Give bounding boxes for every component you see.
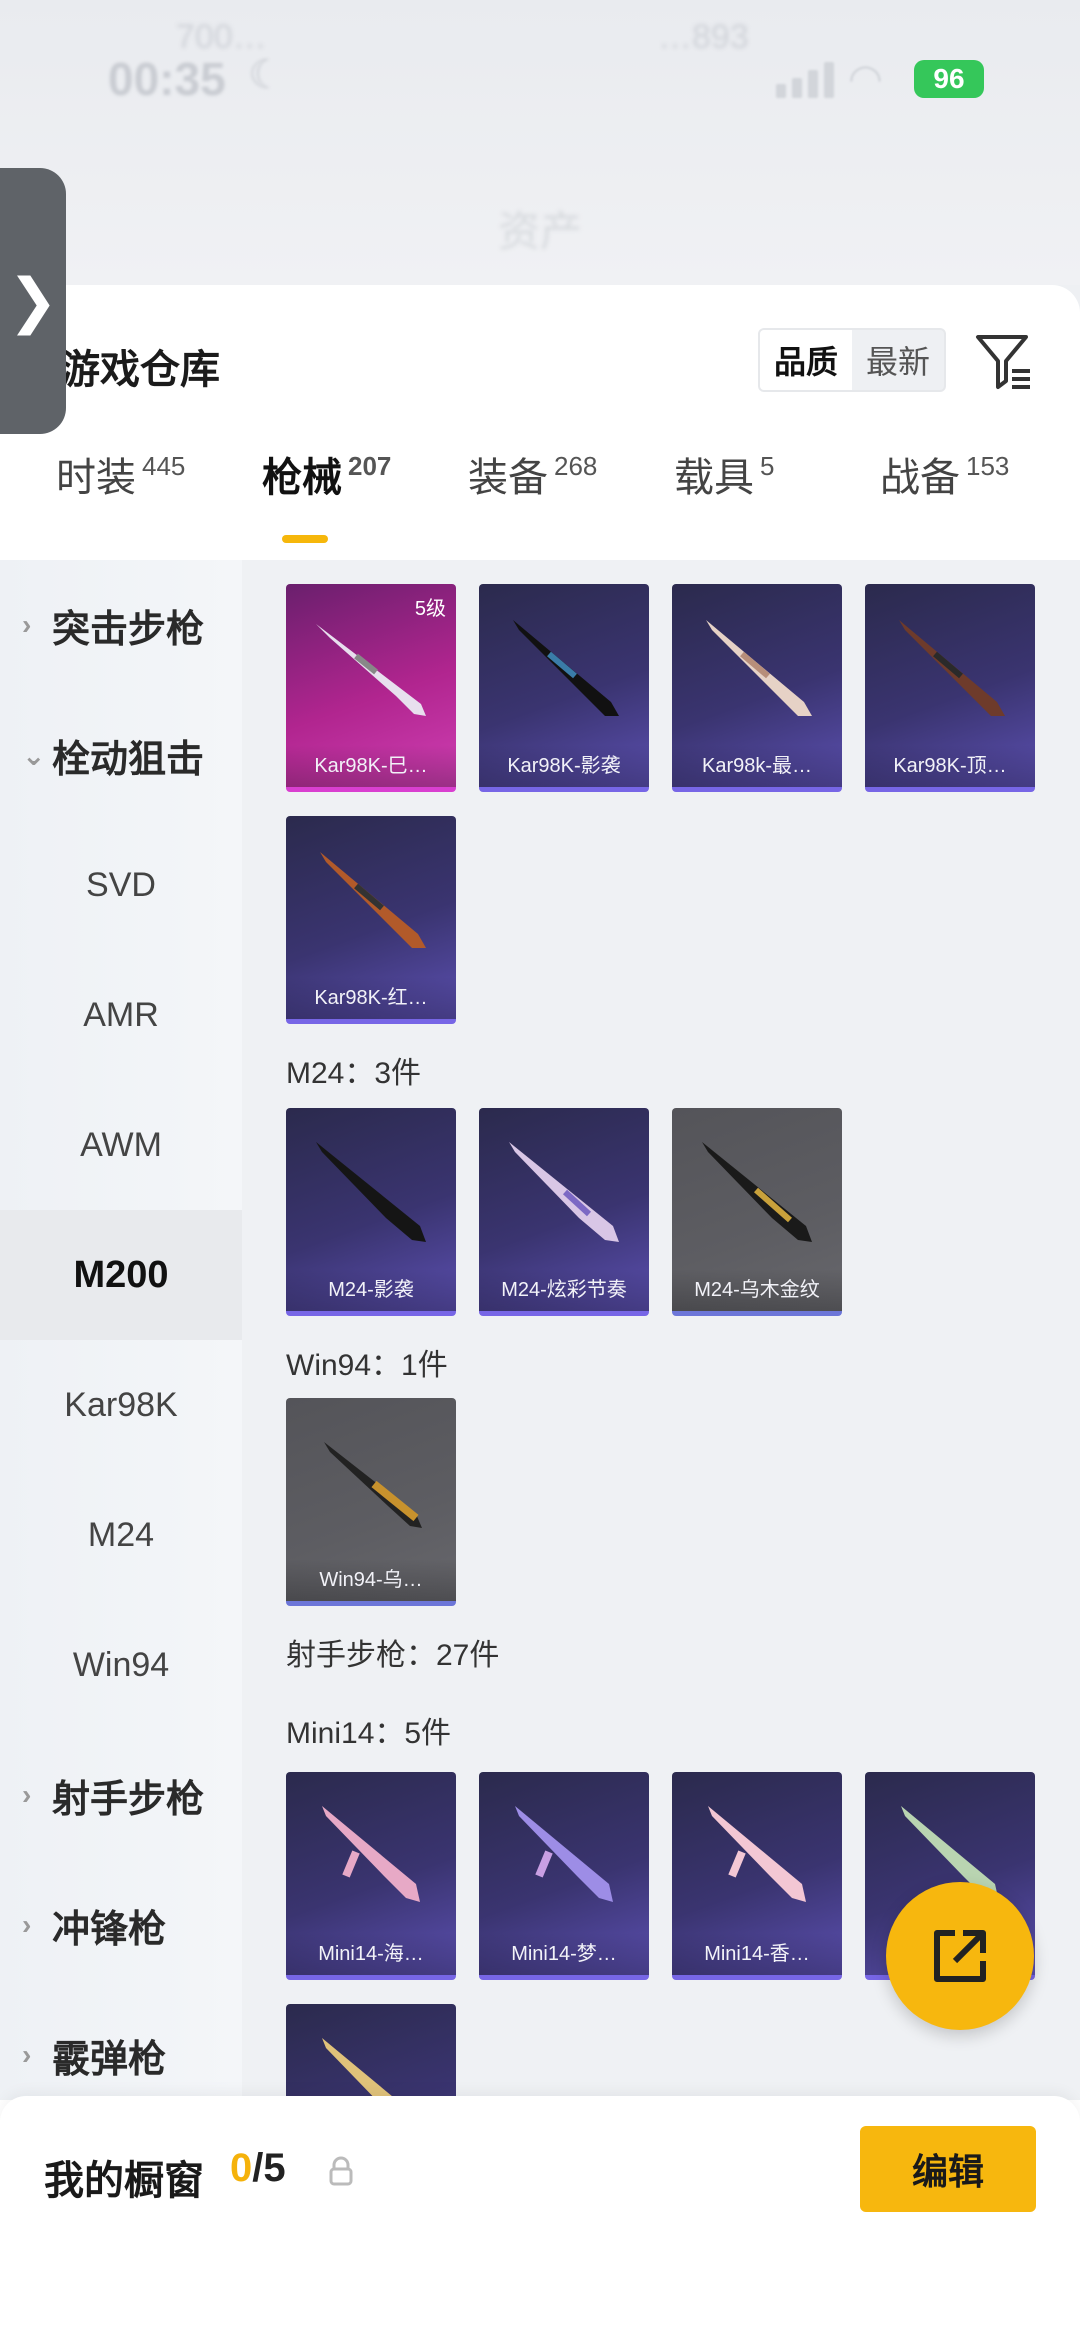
section-label: 射手步枪：27件 — [286, 1639, 500, 1672]
tab-fashion[interactable]: 时装 445 — [56, 445, 185, 503]
item-card[interactable]: M24-炫彩节奏 — [479, 1108, 649, 1316]
sort-newest-button[interactable]: 最新 — [852, 330, 944, 390]
item-card[interactable]: Kar98K-红… — [286, 816, 456, 1024]
item-card[interactable]: Kar98k-最… — [672, 584, 842, 792]
category-tabs: 时装 445 枪械 207 装备 268 载具 5 战备 153 — [0, 445, 1080, 531]
lock-icon — [329, 2156, 353, 2186]
tab-equipment[interactable]: 装备 268 — [468, 445, 597, 503]
item-name: Mini14-香… — [672, 1933, 842, 1975]
wifi-icon: ◠ — [848, 57, 883, 101]
item-card[interactable]: Win94-乌… — [286, 1398, 456, 1606]
status-time: 00:35 — [108, 53, 226, 105]
tab-guns[interactable]: 枪械 207 — [262, 445, 391, 503]
section-label: Win94：1件 — [286, 1349, 448, 1382]
rifle-image — [316, 624, 426, 716]
nav-smg[interactable]: › 冲锋枪 — [0, 1860, 242, 1990]
rifle-image — [509, 1142, 619, 1242]
item-name: M24-影袭 — [286, 1269, 456, 1311]
rifle-image — [708, 1806, 806, 1902]
item-card[interactable]: Kar98K-影袭 — [479, 584, 649, 792]
showcase-label: 我的橱窗 — [44, 2159, 204, 2203]
item-name: M24-乌木金纹 — [672, 1269, 842, 1311]
moon-icon: ☾ — [248, 53, 284, 97]
nav-sub-kar98k[interactable]: Kar98K — [0, 1340, 242, 1470]
showcase-bar: 我的橱窗 0/5 编辑 — [0, 2096, 1080, 2341]
sort-quality-button[interactable]: 品质 — [760, 330, 853, 390]
nav-bolt-sniper[interactable]: ⌄ 栓动狙击 — [0, 690, 242, 820]
rifle-image — [706, 620, 812, 716]
chevron-right-icon: › — [22, 2039, 32, 2070]
item-name: Kar98K-红… — [286, 977, 456, 1019]
rifle-image — [320, 852, 426, 948]
panel-title: 游戏仓库 — [60, 348, 220, 392]
share-icon — [934, 1930, 986, 1982]
status-faded-text: …893 — [658, 18, 749, 56]
share-button[interactable] — [886, 1882, 1034, 2030]
item-card[interactable]: Mini14-海… — [286, 1772, 456, 1980]
tab-readiness[interactable]: 战备 153 — [880, 445, 1009, 503]
signal-icon — [776, 62, 834, 98]
item-grid: 5级 Kar98K-巳… Kar98K-影袭 Kar98k-最… Kar98K-… — [242, 560, 1080, 2212]
edit-button[interactable]: 编辑 — [860, 2126, 1036, 2212]
item-card[interactable]: M24-乌木金纹 — [672, 1108, 842, 1316]
nav-sub-svd[interactable]: SVD — [0, 820, 242, 950]
nav-sub-awm[interactable]: AWM — [0, 1080, 242, 1210]
category-nav: › 突击步枪 ⌄ 栓动狙击 SVD AMR AWM M200 Kar98K M24 … — [0, 560, 242, 2100]
rifle-image — [702, 1142, 812, 1242]
item-card[interactable]: M24-影袭 — [286, 1108, 456, 1316]
rifle-image — [316, 1142, 426, 1242]
item-name: Kar98K-影袭 — [479, 745, 649, 787]
item-name: Kar98K-顶… — [865, 745, 1035, 787]
item-card[interactable]: Mini14-香… — [672, 1772, 842, 1980]
item-card[interactable]: Kar98K-顶… — [865, 584, 1035, 792]
chevron-right-icon: ❯ — [7, 267, 59, 334]
item-name: Mini14-梦… — [479, 1933, 649, 1975]
section-label: Mini14：5件 — [286, 1717, 452, 1750]
nav-sub-win94[interactable]: Win94 — [0, 1600, 242, 1730]
section-label: M24：3件 — [286, 1057, 422, 1090]
chevron-down-icon: ⌄ — [22, 739, 46, 771]
filter-icon[interactable] — [974, 331, 1034, 391]
tab-vehicles[interactable]: 载具 5 — [674, 445, 774, 503]
nav-sub-m24[interactable]: M24 — [0, 1470, 242, 1600]
active-tab-indicator — [282, 535, 328, 543]
rifle-image — [513, 620, 619, 716]
item-name: M24-炫彩节奏 — [479, 1269, 649, 1311]
item-name: Mini14-海… — [286, 1933, 456, 1975]
page-title: 资产 — [497, 208, 582, 255]
status-bar: 700… …893 00:35 ☾ ◠ 96 资产 — [0, 0, 1080, 285]
chevron-right-icon: › — [22, 1909, 32, 1940]
sort-toggle[interactable]: 品质 最新 — [758, 328, 947, 392]
nav-assault-rifle[interactable]: › 突击步枪 — [0, 560, 242, 690]
rifle-image — [515, 1806, 613, 1902]
chevron-right-icon: › — [22, 609, 32, 640]
item-card[interactable]: Mini14-梦… — [479, 1772, 649, 1980]
side-expand-tab[interactable]: ❯ — [0, 168, 66, 434]
item-name: Kar98K-巳… — [286, 745, 456, 787]
showcase-count: 0/5 — [230, 2146, 286, 2190]
nav-sub-amr[interactable]: AMR — [0, 950, 242, 1080]
battery-indicator: 96 — [914, 60, 984, 98]
rifle-image — [899, 620, 1005, 716]
item-name: Kar98k-最… — [672, 745, 842, 787]
item-card[interactable]: 5级 Kar98K-巳… — [286, 584, 456, 792]
chevron-right-icon: › — [22, 1779, 32, 1810]
rifle-image — [324, 1442, 422, 1528]
nav-sub-m200[interactable]: M200 — [0, 1210, 242, 1340]
item-name: Win94-乌… — [286, 1559, 456, 1601]
rifle-image — [322, 1806, 420, 1902]
nav-marksman-rifle[interactable]: › 射手步枪 — [0, 1730, 242, 1860]
